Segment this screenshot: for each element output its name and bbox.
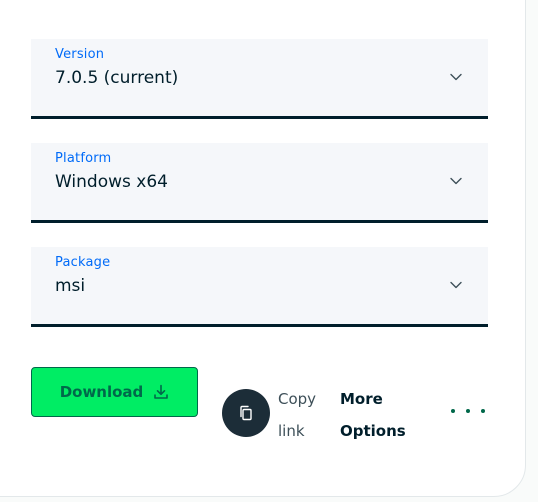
platform-select[interactable]: Platform Windows x64 [31, 143, 488, 223]
dot [481, 409, 485, 413]
platform-value: Windows x64 [55, 172, 168, 192]
chevron-down-icon [450, 177, 462, 185]
download-button-label: Download [59, 383, 144, 401]
copy-link-button[interactable] [222, 389, 270, 437]
dot [466, 409, 470, 413]
copy-icon [240, 405, 252, 421]
package-value: msi [55, 276, 86, 296]
more-options-label[interactable]: More Options [340, 383, 420, 447]
version-value: 7.0.5 (current) [55, 68, 179, 88]
download-icon [154, 384, 169, 399]
ellipsis-icon[interactable] [451, 404, 485, 418]
chevron-down-icon [450, 281, 462, 289]
package-select[interactable]: Package msi [31, 247, 488, 327]
download-button[interactable]: Download [31, 367, 198, 417]
package-label: Package [55, 255, 111, 270]
copy-link-label[interactable]: Copy link [278, 383, 328, 447]
dot [451, 409, 455, 413]
version-select[interactable]: Version 7.0.5 (current) [31, 39, 488, 119]
platform-label: Platform [55, 151, 112, 166]
chevron-down-icon [450, 73, 462, 81]
version-label: Version [55, 47, 105, 62]
